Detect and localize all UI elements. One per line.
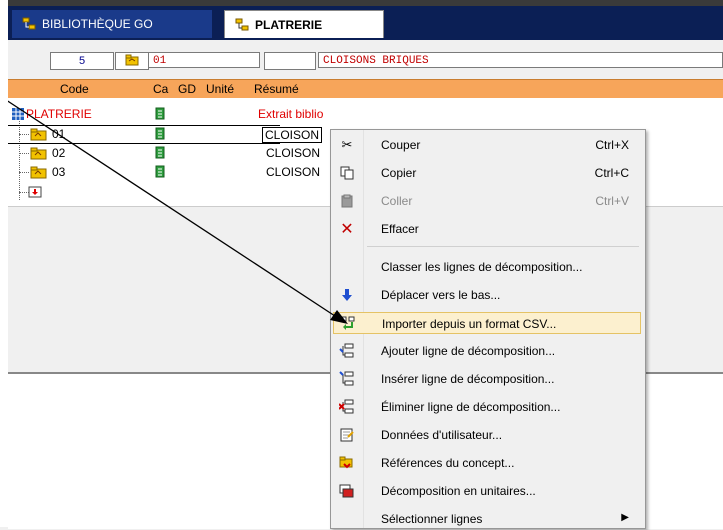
column-header-ca[interactable]: Ca [153,82,168,96]
menu-item-coller[interactable]: Coller Ctrl+V [333,190,641,212]
menu-item-donnees-utilisateur[interactable]: Données d'utilisateur... [333,424,641,446]
tree-structure-icon [22,17,36,31]
tab-platrerie[interactable]: PLATRERIE [224,10,384,38]
import-csv-icon [340,316,356,332]
folder-icon [30,166,48,182]
grid-header: Code Ca GD Unité Résumé [8,79,723,99]
folder-icon [30,128,48,144]
document-green-icon [154,107,166,123]
menu-item-label: Sélectionner lignes [381,512,483,526]
decomposition-icon [339,483,355,499]
tab-label: BIBLIOTHÈQUE GO [42,17,153,31]
remove-line-icon [339,399,355,415]
tree-code: PLATRERIE [26,107,92,121]
add-line-icon [339,343,355,359]
tree-resume-editing[interactable]: CLOISON [262,127,323,143]
menu-item-label: Effacer [381,222,419,236]
column-header-code[interactable]: Code [60,82,89,96]
menu-item-label: Ajouter ligne de décomposition... [381,344,556,358]
menu-item-deplacer-bas[interactable]: Déplacer vers le bas... [333,284,641,306]
tree-row-01[interactable]: 01 CLOISON [8,125,323,144]
menu-item-label: Copier [381,166,417,180]
menu-item-eliminer-ligne[interactable]: Éliminer ligne de décomposition... [333,396,641,418]
number-field[interactable]: 5 [50,52,114,70]
tab-label: PLATRERIE [255,17,323,32]
tree-structure-icon [235,18,249,32]
menu-separator [367,246,639,247]
tree-code: 03 [52,165,66,179]
code-field[interactable]: 01 [148,52,260,68]
tree-resume: CLOISON [266,146,321,160]
menu-item-importer-csv[interactable]: Importer depuis un format CSV... [333,312,641,334]
tree-row-root[interactable]: PLATRERIE Extrait biblio [8,106,723,123]
chapter-grid-icon [12,108,24,123]
menu-item-label: Références du concept... [381,456,515,470]
user-data-icon [339,427,355,443]
menu-item-shortcut: Ctrl+X [595,138,629,152]
delete-x-icon: ✕ [340,221,354,238]
description-field[interactable]: CLOISONS BRIQUES [318,52,723,68]
menu-item-references-concept[interactable]: Références du concept... [333,452,641,474]
column-header-gd[interactable]: GD [178,82,196,96]
menu-item-copier[interactable]: Copier Ctrl+C [333,162,641,184]
tree-resume: Extrait biblio [258,107,324,121]
menu-item-couper[interactable]: ✂ Couper Ctrl+X [333,134,641,156]
menu-item-label: Classer les lignes de décomposition... [381,260,583,274]
menu-item-label: Insérer ligne de décomposition... [381,372,555,386]
folder-icon [30,147,48,163]
application-window: BIBLIOTHÈQUE GO PLATRERIE 5 01 CLOISONS … [8,0,723,529]
menu-item-inserer-ligne[interactable]: Insérer ligne de décomposition... [333,368,641,390]
document-green-icon [154,165,166,181]
tab-bar-top-line [8,0,723,6]
tab-bibliotheque-go[interactable]: BIBLIOTHÈQUE GO [12,10,212,38]
tree-resume: CLOISON [266,165,321,179]
submenu-arrow-icon: ▶ [621,512,629,523]
insert-line-icon [339,371,355,387]
tree-code: 01 [52,127,66,141]
menu-item-ajouter-ligne[interactable]: Ajouter ligne de décomposition... [333,340,641,362]
folder-type-button[interactable] [115,52,149,70]
menu-item-label: Déplacer vers le bas... [381,288,501,302]
folder-icon [125,54,139,69]
new-item-icon [28,186,42,201]
menu-item-effacer[interactable]: ✕ Effacer [333,218,641,240]
menu-item-shortcut: Ctrl+V [595,194,629,208]
menu-item-shortcut: Ctrl+C [594,166,629,180]
paste-icon [339,193,355,209]
context-menu: ✂ Couper Ctrl+X Copier Ctrl+C Coller Ctr… [330,129,646,529]
tree-code: 02 [52,146,66,160]
menu-item-decomposition-unitaires[interactable]: Décomposition en unitaires... [333,480,641,502]
column-header-resume[interactable]: Résumé [254,82,299,96]
menu-item-classer[interactable]: Classer les lignes de décomposition... [333,256,641,278]
menu-item-label: Décomposition en unitaires... [381,484,536,498]
concept-code-row: 5 01 CLOISONS BRIQUES [8,49,723,75]
references-icon [339,455,355,471]
left-margin [0,0,8,527]
document-green-icon [154,146,166,162]
menu-item-label: Éliminer ligne de décomposition... [381,400,561,414]
unit-field[interactable] [264,52,316,70]
document-green-icon [154,127,166,143]
menu-item-label: Coller [381,194,413,208]
menu-item-label: Importer depuis un format CSV... [382,317,557,331]
tab-bar: BIBLIOTHÈQUE GO PLATRERIE [8,0,723,40]
menu-item-label: Couper [381,138,421,152]
scissors-icon: ✂ [341,137,353,152]
menu-item-label: Données d'utilisateur... [381,428,503,442]
copy-icon [339,165,355,181]
arrow-down-icon [339,287,355,303]
column-header-unite[interactable]: Unité [206,82,234,96]
